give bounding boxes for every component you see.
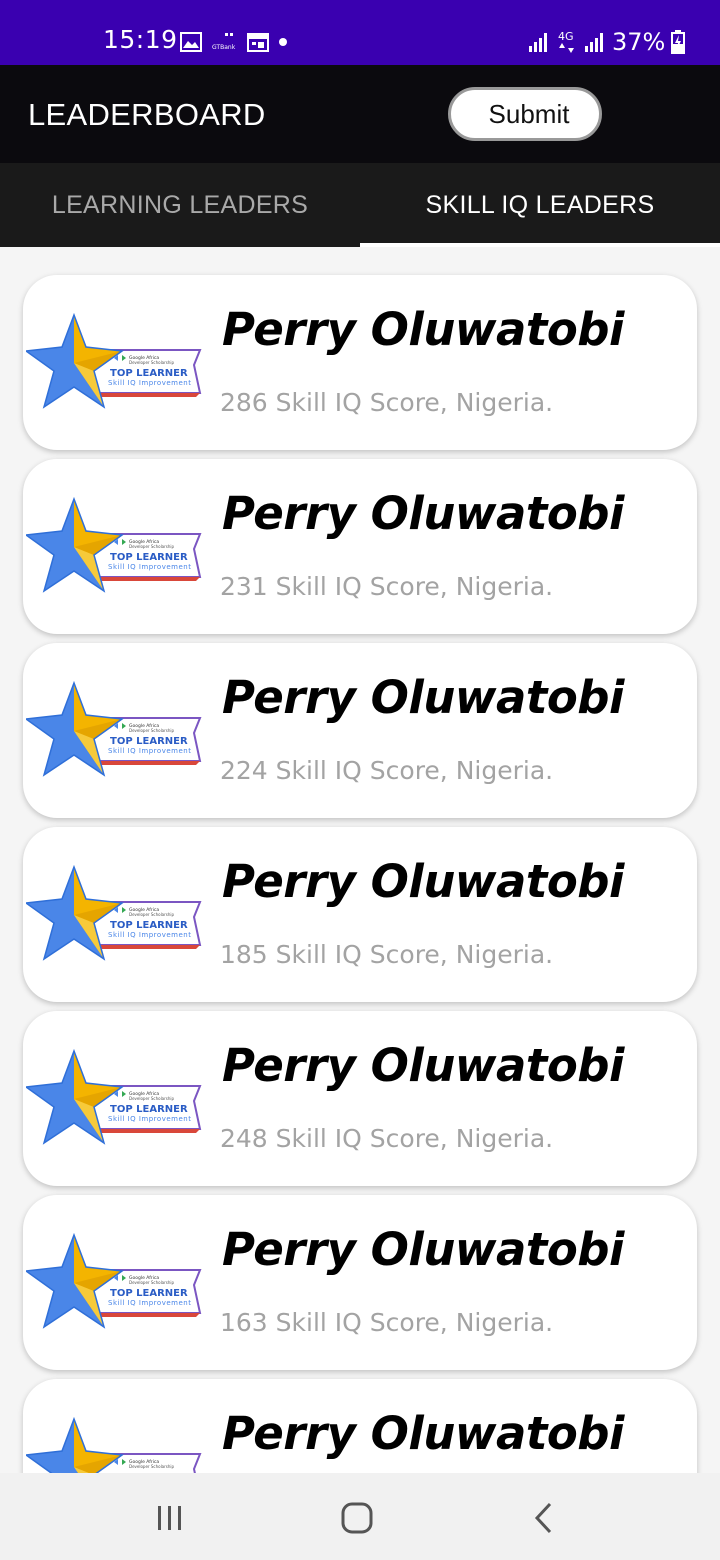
home-icon[interactable]: [337, 1498, 377, 1538]
svg-text:TOP LEARNER: TOP LEARNER: [110, 1288, 188, 1299]
leader-card[interactable]: Google Africa Developer Scholarship TOP …: [23, 1011, 697, 1186]
svg-text:Developer Scholarship: Developer Scholarship: [129, 1464, 175, 1469]
top-learner-badge-icon: Google Africa Developer Scholarship TOP …: [26, 1417, 202, 1473]
svg-text:TOP LEARNER: TOP LEARNER: [110, 1104, 188, 1115]
leaders-list[interactable]: Google Africa Developer Scholarship TOP …: [0, 247, 720, 1473]
tab-bar: LEARNING LEADERS SKILL IQ LEADERS: [0, 163, 720, 247]
gtbank-icon: GTBank: [212, 33, 236, 51]
top-learner-badge-icon: Google Africa Developer Scholarship TOP …: [26, 497, 202, 593]
leader-name: Perry Oluwatobi: [222, 1223, 624, 1276]
svg-text:TOP LEARNER: TOP LEARNER: [110, 368, 188, 379]
svg-text:Developer Scholarship: Developer Scholarship: [129, 544, 175, 549]
leader-card[interactable]: Google Africa Developer Scholarship TOP …: [23, 275, 697, 450]
svg-text:Skill IQ Improvement: Skill IQ Improvement: [108, 563, 191, 571]
svg-text:4G: 4G: [558, 30, 574, 43]
svg-text:Skill IQ Improvement: Skill IQ Improvement: [108, 379, 191, 387]
svg-text:TOP LEARNER: TOP LEARNER: [110, 552, 188, 563]
leader-name: Perry Oluwatobi: [222, 303, 624, 356]
status-icons-left: GTBank: [180, 30, 287, 54]
signal-icon: [585, 33, 603, 52]
svg-text:Developer Scholarship: Developer Scholarship: [129, 728, 175, 733]
status-time: 15:19: [103, 25, 178, 54]
svg-text:Skill IQ Improvement: Skill IQ Improvement: [108, 931, 191, 939]
leader-card[interactable]: Google Africa Developer Scholarship TOP …: [23, 459, 697, 634]
tab-learning-leaders[interactable]: LEARNING LEADERS: [0, 163, 360, 247]
svg-text:Skill IQ Improvement: Skill IQ Improvement: [108, 747, 191, 755]
app-bar: LEADERBOARD Submit: [0, 65, 720, 163]
status-icons-right: 4G 37%: [528, 27, 686, 57]
leader-name: Perry Oluwatobi: [222, 671, 624, 724]
battery-charging-icon: [671, 30, 686, 54]
leader-score: 163 Skill IQ Score, Nigeria.: [220, 1308, 554, 1337]
leader-score: 231 Skill IQ Score, Nigeria.: [220, 572, 554, 601]
top-learner-badge-icon: Google Africa Developer Scholarship TOP …: [26, 681, 202, 777]
tab-skill-iq-leaders[interactable]: SKILL IQ LEADERS: [360, 163, 720, 247]
network-4g-icon: 4G: [558, 30, 574, 53]
svg-text:Developer Scholarship: Developer Scholarship: [129, 360, 175, 365]
signal-icon: [529, 33, 547, 52]
leader-name: Perry Oluwatobi: [222, 855, 624, 908]
top-learner-badge-icon: Google Africa Developer Scholarship TOP …: [26, 865, 202, 961]
back-icon[interactable]: [524, 1498, 564, 1538]
top-learner-badge-icon: Google Africa Developer Scholarship TOP …: [26, 313, 202, 409]
notification-dot-icon: [279, 38, 287, 46]
recent-apps-icon[interactable]: [150, 1498, 190, 1538]
leader-score: 185 Skill IQ Score, Nigeria.: [220, 940, 554, 969]
top-learner-badge-icon: Google Africa Developer Scholarship TOP …: [26, 1049, 202, 1145]
svg-text:Developer Scholarship: Developer Scholarship: [129, 1096, 175, 1101]
leader-name: Perry Oluwatobi: [222, 487, 624, 540]
navigation-bar: [0, 1473, 720, 1560]
svg-text:Developer Scholarship: Developer Scholarship: [129, 912, 175, 917]
leader-card[interactable]: Google Africa Developer Scholarship TOP …: [23, 643, 697, 818]
svg-text:GTBank: GTBank: [212, 44, 236, 51]
leader-card[interactable]: Google Africa Developer Scholarship TOP …: [23, 1379, 697, 1473]
battery-percent: 37%: [612, 28, 666, 56]
leader-name: Perry Oluwatobi: [222, 1407, 624, 1460]
leader-score: 248 Skill IQ Score, Nigeria.: [220, 1124, 554, 1153]
page-title: LEADERBOARD: [28, 97, 266, 132]
svg-text:Skill IQ Improvement: Skill IQ Improvement: [108, 1299, 191, 1307]
leader-card[interactable]: Google Africa Developer Scholarship TOP …: [23, 1195, 697, 1370]
svg-text:Skill IQ Improvement: Skill IQ Improvement: [108, 1115, 191, 1123]
leader-score: 224 Skill IQ Score, Nigeria.: [220, 756, 554, 785]
leader-card[interactable]: Google Africa Developer Scholarship TOP …: [23, 827, 697, 1002]
svg-text:TOP LEARNER: TOP LEARNER: [110, 736, 188, 747]
svg-text:Developer Scholarship: Developer Scholarship: [129, 1280, 175, 1285]
top-learner-badge-icon: Google Africa Developer Scholarship TOP …: [26, 1233, 202, 1329]
calendar-icon: [247, 33, 269, 52]
leader-name: Perry Oluwatobi: [222, 1039, 624, 1092]
svg-text:TOP LEARNER: TOP LEARNER: [110, 920, 188, 931]
leader-score: 286 Skill IQ Score, Nigeria.: [220, 388, 554, 417]
submit-button[interactable]: Submit: [448, 87, 602, 141]
status-bar: 15:19 GTBank 4G 37%: [0, 0, 720, 65]
gallery-icon: [180, 32, 202, 52]
